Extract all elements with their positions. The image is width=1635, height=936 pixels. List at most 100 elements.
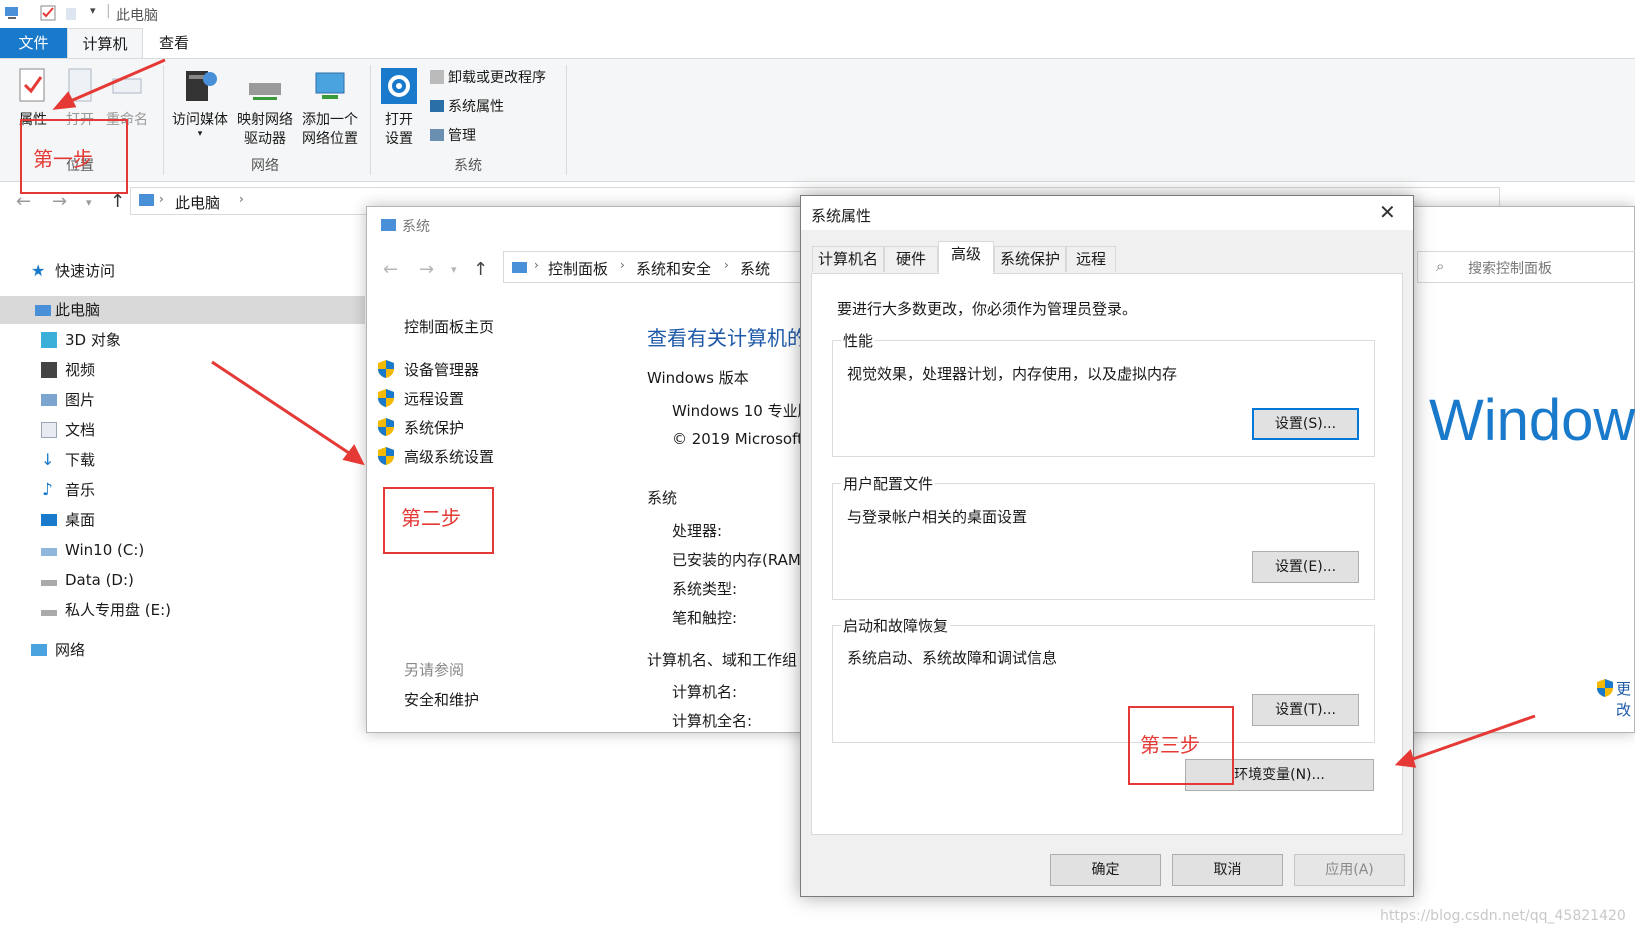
startup-recovery-settings-button[interactable]: 设置(T)...	[1252, 694, 1359, 726]
advanced-system-settings-link[interactable]: 高级系统设置	[404, 446, 494, 467]
tab-advanced[interactable]: 高级	[938, 241, 994, 274]
chevron-down-icon[interactable]: ▾	[86, 196, 92, 209]
page-heading: 查看有关计算机的	[647, 326, 807, 350]
full-computer-name-label: 计算机全名:	[672, 712, 753, 730]
add-network-location-button[interactable]: 添加一个 网络位置	[298, 67, 362, 149]
performance-settings-button[interactable]: 设置(S)...	[1252, 408, 1359, 440]
remote-settings-link[interactable]: 远程设置	[404, 388, 464, 409]
forward-arrow-icon[interactable]: →	[419, 259, 434, 280]
device-manager-link[interactable]: 设备管理器	[404, 359, 479, 380]
search-placeholder: 搜索控制面板	[1468, 261, 1552, 277]
chevron-right-icon: ›	[159, 192, 164, 206]
system-properties-button[interactable]: 系统属性	[430, 96, 504, 118]
desktop-icon	[41, 514, 57, 526]
step2-label: 第二步	[401, 506, 461, 530]
video-icon	[41, 362, 57, 378]
search-control-panel-input[interactable]: ⌕ 搜索控制面板	[1417, 251, 1635, 283]
ok-button[interactable]: 确定	[1050, 854, 1161, 886]
uninstall-label: 卸载或更改程序	[448, 70, 546, 86]
dialog-title-bar: 系统属性 ✕	[801, 196, 1413, 230]
sidebar-item-pictures[interactable]: 图片	[0, 386, 365, 414]
properties-icon	[19, 68, 45, 102]
tab-view[interactable]: 查看	[143, 28, 205, 58]
uninstall-button[interactable]: 卸载或更改程序	[430, 67, 546, 89]
control-panel-home-link[interactable]: 控制面板主页	[404, 316, 494, 337]
security-maintenance-link[interactable]: 安全和维护	[404, 689, 479, 710]
up-arrow-icon[interactable]: ↑	[110, 191, 125, 212]
sidebar-item-this-pc[interactable]: 此电脑	[0, 296, 365, 324]
back-arrow-icon[interactable]: ←	[383, 259, 398, 280]
change-settings-link[interactable]: 更改	[1616, 678, 1634, 720]
document-icon	[41, 422, 57, 438]
breadcrumb-system-security[interactable]: 系统和安全	[636, 258, 711, 279]
network-group-label: 网络	[251, 158, 279, 174]
pen-touch-label: 笔和触控:	[672, 609, 738, 627]
tab-remote[interactable]: 远程	[1066, 246, 1116, 272]
ribbon-tabs: 文件 计算机 查看	[0, 28, 1635, 58]
performance-title: 性能	[841, 330, 876, 351]
breadcrumb-system[interactable]: 系统	[740, 258, 770, 279]
title-bar: ▾ | 此电脑	[0, 0, 1635, 28]
map-network-drive-button[interactable]: 映射网络 驱动器	[234, 67, 296, 149]
sidebar-item-drive-e[interactable]: 私人专用盘 (E:)	[0, 596, 365, 624]
forward-arrow-icon[interactable]: →	[52, 191, 67, 212]
tab-computer-name[interactable]: 计算机名	[812, 246, 884, 272]
see-also-heading: 另请参阅	[404, 661, 465, 679]
access-media-button[interactable]: 访问媒体 ▾	[168, 67, 232, 139]
properties-check-icon[interactable]	[40, 5, 56, 21]
open-settings-button[interactable]: 打开 设置	[378, 67, 420, 149]
apply-button[interactable]: 应用(A)	[1294, 854, 1405, 886]
sidebar-item-drive-d[interactable]: Data (D:)	[0, 566, 365, 594]
user-profiles-desc: 与登录帐户相关的桌面设置	[847, 508, 1028, 526]
ribbon-divider	[163, 65, 164, 175]
sidebar-item-quick-access[interactable]: ★ 快速访问	[0, 257, 365, 285]
chevron-down-icon: ▾	[197, 129, 203, 139]
tab-file[interactable]: 文件	[0, 28, 67, 58]
tab-hardware[interactable]: 硬件	[884, 246, 938, 272]
tab-system-protection[interactable]: 系统保护	[994, 246, 1066, 272]
manage-button[interactable]: 管理	[430, 125, 476, 147]
cancel-button[interactable]: 取消	[1172, 854, 1283, 886]
admin-note: 要进行大多数更改，你必须作为管理员登录。	[837, 300, 1138, 318]
chevron-down-icon[interactable]: ▾	[90, 4, 96, 17]
system-protection-link[interactable]: 系统保护	[404, 417, 464, 438]
open-icon	[68, 68, 92, 102]
window-title: 此电脑	[116, 8, 158, 24]
sidebar-item-videos[interactable]: 视频	[0, 356, 365, 384]
breadcrumb-control-panel[interactable]: 控制面板	[548, 258, 608, 279]
system-properties-icon	[430, 100, 444, 112]
sidebar-item-music[interactable]: ♪ 音乐	[0, 476, 365, 504]
close-icon[interactable]: ✕	[1379, 200, 1396, 224]
sidebar-item-documents[interactable]: 文档	[0, 416, 365, 444]
sidebar-item-label: 3D 对象	[65, 331, 121, 349]
advanced-tab-panel: 要进行大多数更改，你必须作为管理员登录。 性能 视觉效果，处理器计划，内存使用，…	[811, 273, 1403, 835]
sidebar-item-label: 桌面	[65, 511, 96, 529]
sidebar-item-downloads[interactable]: ↓ 下载	[0, 446, 365, 474]
back-arrow-icon[interactable]: ←	[16, 191, 31, 212]
startup-recovery-desc: 系统启动、系统故障和调试信息	[847, 649, 1058, 667]
sidebar-item-label: 音乐	[65, 481, 96, 499]
windows-logo-text: Window	[1429, 388, 1635, 453]
title-divider: |	[106, 3, 111, 19]
ribbon-divider	[370, 65, 371, 175]
sidebar-item-network[interactable]: 网络	[0, 636, 365, 664]
chevron-right-icon: ›	[534, 258, 539, 272]
drive-c-icon	[41, 548, 57, 556]
user-profiles-settings-button[interactable]: 设置(E)...	[1252, 551, 1359, 583]
shield-icon	[1597, 679, 1613, 697]
sidebar-item-label: Win10 (C:)	[65, 541, 145, 559]
sidebar-item-3d-objects[interactable]: 3D 对象	[0, 326, 365, 354]
ribbon-divider	[566, 65, 567, 175]
copyright-value: © 2019 Microsoft	[672, 430, 803, 448]
folder-icon[interactable]	[64, 5, 80, 21]
manage-label: 管理	[448, 128, 476, 144]
chevron-down-icon[interactable]: ▾	[451, 263, 457, 276]
window-title: 系统	[402, 219, 430, 235]
performance-desc: 视觉效果，处理器计划，内存使用，以及虚拟内存	[847, 365, 1178, 383]
up-arrow-icon[interactable]: ↑	[473, 259, 488, 280]
sidebar-item-drive-c[interactable]: Win10 (C:)	[0, 536, 365, 564]
sidebar-item-desktop[interactable]: 桌面	[0, 506, 365, 534]
startup-recovery-title: 启动和故障恢复	[841, 615, 951, 636]
tab-computer[interactable]: 计算机	[67, 28, 143, 58]
computer-name-label: 计算机名:	[672, 683, 738, 701]
